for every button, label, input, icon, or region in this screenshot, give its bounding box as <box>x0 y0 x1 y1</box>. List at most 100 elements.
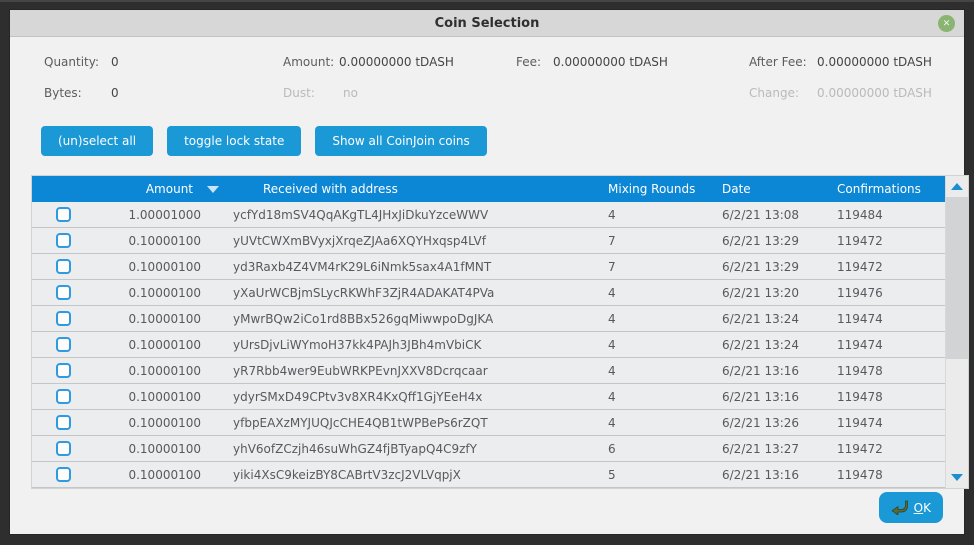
cell-date: 6/2/21 13:20 <box>722 286 837 300</box>
cell-address: yfbpEAXzMYJUQJcCHE4QB1tWPBePs6rZQT <box>201 416 608 430</box>
cell-confirmations: 119476 <box>837 286 945 300</box>
coin-checkbox[interactable] <box>56 259 71 274</box>
cell-address: ycfYd18mSV4QqAKgTL4JHxJiDkuYzceWWV <box>201 208 608 222</box>
cell-mixing-rounds: 4 <box>608 364 722 378</box>
cell-date: 6/2/21 13:16 <box>722 390 837 404</box>
titlebar[interactable]: Coin Selection ✕ <box>10 10 964 37</box>
cell-mixing-rounds: 4 <box>608 208 722 222</box>
cell-date: 6/2/21 13:29 <box>722 260 837 274</box>
cell-confirmations: 119474 <box>837 312 945 326</box>
cell-mixing-rounds: 7 <box>608 260 722 274</box>
table-header: Amount Received with address Mixing Roun… <box>32 176 945 202</box>
quantity-value: 0 <box>111 55 119 69</box>
cell-mixing-rounds: 4 <box>608 286 722 300</box>
toggle-lock-state-button[interactable]: toggle lock state <box>167 126 301 156</box>
cell-address: yR7Rbb4wer9EubWRKPEvnJXXV8Dcrqcaar <box>201 364 608 378</box>
coin-table-body: 1.00001000 ycfYd18mSV4QqAKgTL4JHxJiDkuYz… <box>32 202 945 488</box>
amount-label: Amount: <box>283 55 334 69</box>
coin-checkbox[interactable] <box>56 311 71 326</box>
cell-date: 6/2/21 13:24 <box>722 338 837 352</box>
table-row[interactable]: 0.10000100 yfbpEAXzMYJUQJcCHE4QB1tWPBePs… <box>32 410 945 436</box>
change-label: Change: <box>749 86 799 100</box>
window-frame-highlight <box>0 0 974 2</box>
table-row[interactable]: 1.00001000 ycfYd18mSV4QqAKgTL4JHxJiDkuYz… <box>32 202 945 228</box>
cell-address: yhV6ofZCzjh46suWhGZ4fjBTyapQ4C9zfY <box>201 442 608 456</box>
header-confirmations[interactable]: Confirmations <box>837 182 945 196</box>
cell-date: 6/2/21 13:26 <box>722 416 837 430</box>
table-scrollbar[interactable] <box>945 176 968 488</box>
cell-date: 6/2/21 13:29 <box>722 234 837 248</box>
table-row[interactable]: 0.10000100 yUrsDjvLiWYmoH37kk4PAJh3JBh4m… <box>32 332 945 358</box>
coin-selection-dialog: Coin Selection ✕ Quantity: 0 Amount: 0.0… <box>10 10 964 534</box>
header-amount[interactable]: Amount <box>84 182 231 196</box>
cell-date: 6/2/21 13:24 <box>722 312 837 326</box>
cell-mixing-rounds: 7 <box>608 234 722 248</box>
close-icon[interactable]: ✕ <box>938 15 955 32</box>
cell-date: 6/2/21 13:16 <box>722 468 837 482</box>
coin-checkbox[interactable] <box>56 285 71 300</box>
table-row[interactable]: 0.10000100 yXaUrWCBjmSLycRKWhF3ZjR4ADAKA… <box>32 280 945 306</box>
cell-amount: 0.10000100 <box>84 390 201 404</box>
sort-descending-icon <box>207 186 219 193</box>
table-row[interactable]: 0.10000100 yhV6ofZCzjh46suWhGZ4fjBTyapQ4… <box>32 436 945 462</box>
cell-amount: 0.10000100 <box>84 312 201 326</box>
cell-amount: 0.10000100 <box>84 338 201 352</box>
scroll-down-icon[interactable] <box>951 474 963 481</box>
table-row[interactable]: 0.10000100 yR7Rbb4wer9EubWRKPEvnJXXV8Dcr… <box>32 358 945 384</box>
cell-confirmations: 119474 <box>837 338 945 352</box>
ok-button-label: OK <box>914 501 931 515</box>
coin-checkbox[interactable] <box>56 363 71 378</box>
cell-address: yUVtCWXmBVyxjXrqeZJAa6XQYHxqsp4LVf <box>201 234 608 248</box>
cell-address: yXaUrWCBjmSLycRKWhF3ZjR4ADAKAT4PVa <box>201 286 608 300</box>
cell-confirmations: 119478 <box>837 364 945 378</box>
cell-address: yUrsDjvLiWYmoH37kk4PAJh3JBh4mVbiCK <box>201 338 608 352</box>
cell-confirmations: 119472 <box>837 234 945 248</box>
cell-amount: 0.10000100 <box>84 260 201 274</box>
fee-value: 0.00000000 tDASH <box>553 55 668 69</box>
coin-checkbox[interactable] <box>56 337 71 352</box>
bytes-label: Bytes: <box>44 86 82 100</box>
coin-checkbox[interactable] <box>56 389 71 404</box>
table-row[interactable]: 0.10000100 yiki4XsC9keizBY8CABrtV3zcJ2VL… <box>32 462 945 488</box>
cell-amount: 0.10000100 <box>84 442 201 456</box>
cell-address: yMwrBQw2iCo1rd8BBx526gqMiwwpoDgJKA <box>201 312 608 326</box>
header-mixing-rounds[interactable]: Mixing Rounds <box>608 182 722 196</box>
cell-date: 6/2/21 13:16 <box>722 364 837 378</box>
change-value: 0.00000000 tDASH <box>817 86 932 100</box>
table-row[interactable]: 0.10000100 ydyrSMxD49CPtv3v8XR4KxQff1GjY… <box>32 384 945 410</box>
cell-mixing-rounds: 4 <box>608 416 722 430</box>
header-date[interactable]: Date <box>722 182 837 196</box>
table-row[interactable]: 0.10000100 yUVtCWXmBVyxjXrqeZJAa6XQYHxqs… <box>32 228 945 254</box>
window-title: Coin Selection <box>435 16 540 31</box>
coin-checkbox[interactable] <box>56 467 71 482</box>
header-address[interactable]: Received with address <box>231 182 608 196</box>
coin-checkbox[interactable] <box>56 441 71 456</box>
coin-checkbox[interactable] <box>56 233 71 248</box>
table-row[interactable]: 0.10000100 yd3Raxb4Z4VM4rK29L6iNmk5sax4A… <box>32 254 945 280</box>
cell-amount: 1.00001000 <box>84 208 201 222</box>
after-fee-value: 0.00000000 tDASH <box>817 55 932 69</box>
bytes-value: 0 <box>111 86 119 100</box>
scroll-up-icon[interactable] <box>951 183 963 190</box>
cell-amount: 0.10000100 <box>84 364 201 378</box>
fee-label: Fee: <box>516 55 541 69</box>
cell-mixing-rounds: 4 <box>608 312 722 326</box>
ok-button[interactable]: OK <box>879 492 943 523</box>
cell-mixing-rounds: 4 <box>608 338 722 352</box>
cell-address: yiki4XsC9keizBY8CABrtV3zcJ2VLVqpjX <box>201 468 608 482</box>
unselect-all-button[interactable]: (un)select all <box>41 126 153 156</box>
cell-confirmations: 119472 <box>837 442 945 456</box>
coin-table: Amount Received with address Mixing Roun… <box>32 176 968 488</box>
cell-confirmations: 119484 <box>837 208 945 222</box>
coin-checkbox[interactable] <box>56 415 71 430</box>
cell-confirmations: 119472 <box>837 260 945 274</box>
header-amount-label: Amount <box>146 182 193 196</box>
after-fee-label: After Fee: <box>749 55 807 69</box>
dust-label: Dust: <box>283 86 315 100</box>
show-coinjoin-button[interactable]: Show all CoinJoin coins <box>315 126 486 156</box>
cell-amount: 0.10000100 <box>84 234 201 248</box>
cell-date: 6/2/21 13:27 <box>722 442 837 456</box>
coin-checkbox[interactable] <box>56 207 71 222</box>
scrollbar-thumb[interactable] <box>946 197 968 359</box>
table-row[interactable]: 0.10000100 yMwrBQw2iCo1rd8BBx526gqMiwwpo… <box>32 306 945 332</box>
